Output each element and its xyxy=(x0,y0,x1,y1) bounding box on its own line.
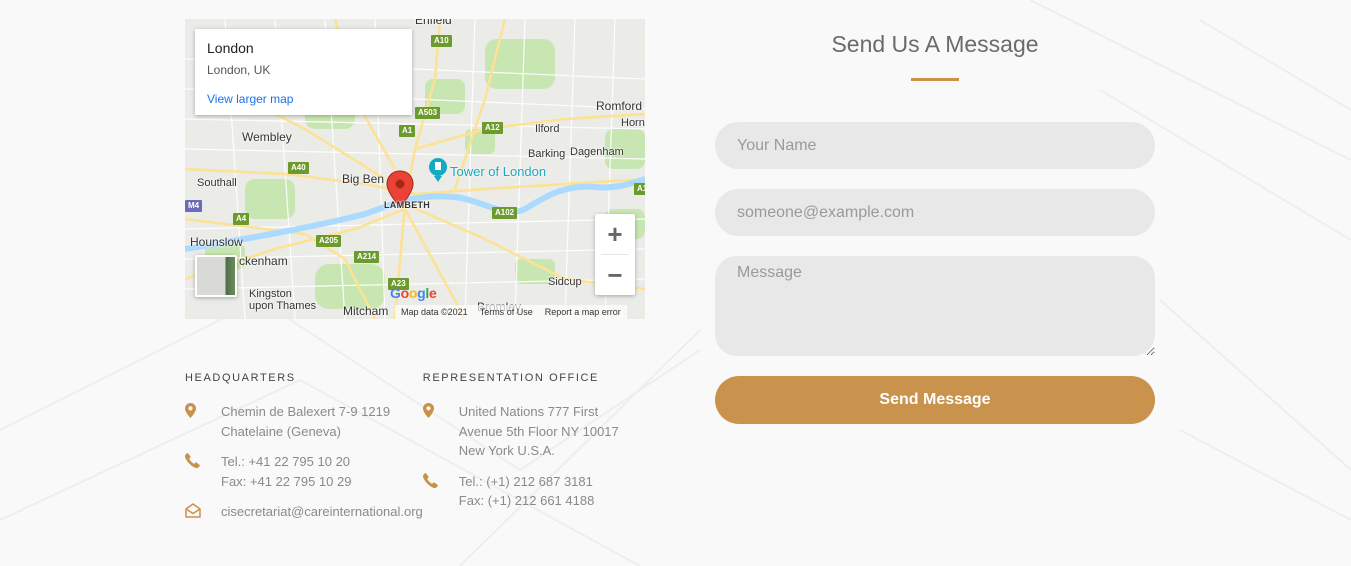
title-underline xyxy=(911,78,959,81)
google-logo-letter: e xyxy=(428,285,437,301)
report-map-error-link[interactable]: Report a map error xyxy=(545,307,621,317)
map-label-southall: Southall xyxy=(197,177,237,189)
form-title: Send Us A Message xyxy=(831,31,1039,57)
office-address: United Nations 777 First Avenue 5th Floo… xyxy=(422,402,645,461)
email-input[interactable] xyxy=(715,189,1155,236)
google-logo-letter: o xyxy=(400,285,410,301)
map-label-hounslow: Hounslow xyxy=(190,235,243,249)
view-larger-map-link[interactable]: View larger map xyxy=(207,92,400,106)
contact-form-column: Send Us A Message Send Message xyxy=(715,0,1155,424)
road-badge: A4 xyxy=(233,213,250,225)
contact-form: Send Message xyxy=(715,122,1155,424)
office-headquarters: HEADQUARTERS Chemin de Balexert 7-9 1219… xyxy=(184,372,423,534)
map-label-big-ben: Big Ben xyxy=(342,172,385,186)
road-badge: M4 xyxy=(185,200,203,212)
address-line: New York U.S.A. xyxy=(458,443,555,458)
map-zoom-controls: + − xyxy=(595,214,635,295)
zoom-out-button[interactable]: − xyxy=(595,255,635,295)
phone-line: Tel.: (+1) 212 687 3181 xyxy=(458,473,593,489)
map-label-tower-of-london[interactable]: Tower of London xyxy=(450,164,546,179)
map-label-kingston: Kingston upon Thames xyxy=(249,288,317,312)
map-label-barking: Barking xyxy=(528,148,566,160)
email-link[interactable]: cisecretariat@careinternational.org xyxy=(221,504,423,519)
road-badge: A503 xyxy=(415,107,441,119)
google-logo: Google xyxy=(390,285,437,301)
google-map[interactable]: Enfield Wembley Romford Horn Ilford Bark… xyxy=(185,19,645,319)
office-email: cisecretariat@careinternational.org xyxy=(185,502,423,523)
map-place-subtitle: London, UK xyxy=(207,63,271,77)
fax-line: Fax: +41 22 795 10 29 xyxy=(221,473,352,489)
map-footer: Map data ©2021 Terms of Use Report a map… xyxy=(395,305,627,319)
phone-icon xyxy=(422,472,459,511)
office-phone: Tel.: +41 22 795 10 20 Fax: +41 22 795 1… xyxy=(184,452,423,491)
map-label-hornchurch: Horn xyxy=(621,117,645,129)
road-badge: A1 xyxy=(634,183,645,195)
road-badge: A214 xyxy=(354,251,380,263)
google-logo-letter: o xyxy=(408,285,418,301)
office-representation: REPRESENTATION OFFICE United Nations 777… xyxy=(422,372,645,534)
offices: HEADQUARTERS Chemin de Balexert 7-9 1219… xyxy=(184,372,645,534)
map-place-title: London xyxy=(207,40,254,56)
map-label-romford: Romford xyxy=(596,99,643,113)
map-label-dagenham: Dagenham xyxy=(570,146,624,158)
phone-line: Tel.: +41 22 795 10 20 xyxy=(221,454,351,469)
map-info-card: London London, UK View larger map xyxy=(195,29,412,115)
road-badge: A102 xyxy=(492,207,518,219)
address-line: Chatelaine (Geneva) xyxy=(221,423,341,439)
road-badge: A205 xyxy=(316,235,342,247)
map-label-twickenham: ckenham xyxy=(239,254,288,268)
office-address: Chemin de Balexert 7-9 1219 Chatelaine (… xyxy=(185,402,423,441)
map-layer-toggle-button[interactable] xyxy=(195,255,237,297)
message-textarea[interactable] xyxy=(715,256,1155,356)
address-line: Chemin de Balexert 7-9 1219 xyxy=(221,404,391,419)
map-pin-icon xyxy=(422,402,459,461)
map-label-wembley: Wembley xyxy=(242,130,292,144)
satellite-thumbnail xyxy=(197,257,235,295)
fax-line: Fax: (+1) 212 661 4188 xyxy=(458,493,595,508)
map-label-ilford: Ilford xyxy=(535,123,560,135)
road-badge: A1 xyxy=(399,125,416,137)
map-label-lambeth: LAMBETH xyxy=(384,200,431,210)
google-logo-letter: G xyxy=(390,285,401,301)
office-phone: Tel.: (+1) 212 687 3181 Fax: (+1) 212 66… xyxy=(422,472,645,511)
map-label-sidcup: Sidcup xyxy=(548,276,582,288)
contact-info-column: Enfield Wembley Romford Horn Ilford Bark… xyxy=(184,19,645,534)
office-heading: REPRESENTATION OFFICE xyxy=(422,372,599,384)
send-message-button[interactable]: Send Message xyxy=(715,376,1155,424)
terms-of-use-link[interactable]: Terms of Use xyxy=(480,307,533,317)
phone-icon xyxy=(184,452,221,491)
name-input[interactable] xyxy=(715,122,1155,169)
map-label-enfield: Enfield xyxy=(415,19,452,27)
road-badge: A10 xyxy=(431,35,452,47)
office-heading: HEADQUARTERS xyxy=(185,372,296,384)
map-label-mitcham: Mitcham xyxy=(343,304,389,318)
map-data-attribution: Map data ©2021 xyxy=(401,307,468,317)
address-line: Avenue 5th Floor NY 10017 xyxy=(458,423,619,439)
road-badge: A12 xyxy=(482,122,503,134)
map-pin-icon xyxy=(185,402,221,441)
envelope-open-icon xyxy=(185,502,221,523)
zoom-in-button[interactable]: + xyxy=(595,214,635,254)
address-line: United Nations 777 First xyxy=(458,404,599,419)
road-badge: A40 xyxy=(288,162,309,174)
